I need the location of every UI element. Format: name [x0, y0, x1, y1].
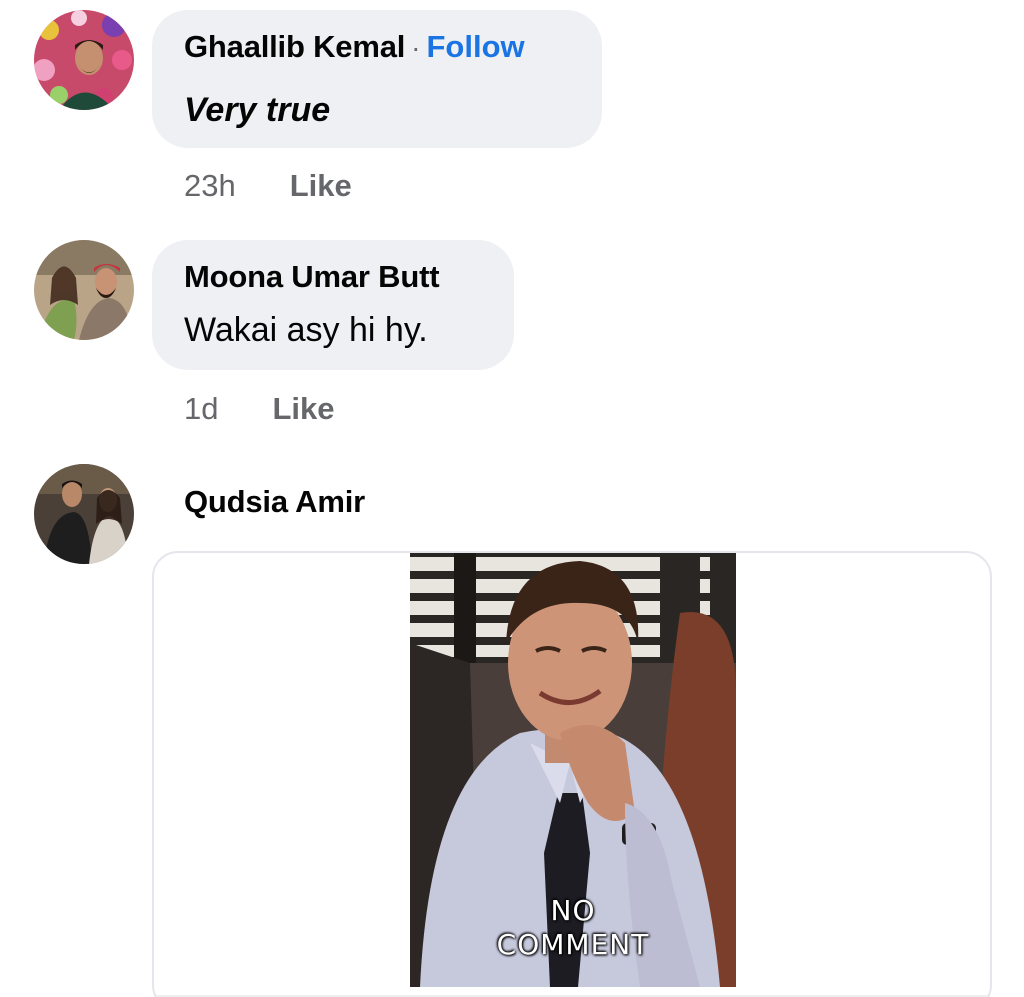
avatar-photo [34, 464, 134, 564]
like-button[interactable]: Like [290, 168, 352, 204]
avatar-moona-umar-butt[interactable] [34, 240, 134, 340]
follow-button[interactable]: Follow [427, 29, 525, 64]
comment-timestamp[interactable]: 23h [184, 168, 236, 204]
comment-text: Very true [184, 91, 331, 129]
avatar-photo [34, 240, 134, 340]
like-button[interactable]: Like [272, 391, 334, 427]
comment-text: Wakai asy hi hy. [184, 311, 428, 349]
comment-author[interactable]: Ghaallib Kemal [184, 29, 405, 64]
comments-thread: Ghaallib Kemal · Follow Very true 23h Like… [0, 0, 1024, 997]
gif-caption-line: NO [550, 894, 596, 927]
gif-caption-line: COMMENT [496, 928, 650, 961]
comment-author[interactable]: Moona Umar Butt [184, 258, 482, 296]
gif-attachment-card[interactable]: NO COMMENT [152, 551, 992, 997]
comment-bubble: Ghaallib Kemal · Follow Very true [152, 10, 602, 148]
avatar-qudsia-amir[interactable] [34, 464, 134, 564]
gif-image[interactable]: NO COMMENT [410, 553, 736, 987]
comment-timestamp[interactable]: 1d [184, 391, 218, 427]
comment-author[interactable]: Qudsia Amir [184, 480, 365, 524]
comment-meta: 1d Like [184, 391, 335, 427]
separator-dot: · [411, 32, 421, 63]
avatar-ghaallib-kemal[interactable] [34, 10, 134, 110]
comment-meta: 23h Like [184, 168, 352, 204]
avatar-photo [34, 10, 134, 110]
comment-bubble: Moona Umar Butt Wakai asy hi hy. [152, 240, 514, 370]
